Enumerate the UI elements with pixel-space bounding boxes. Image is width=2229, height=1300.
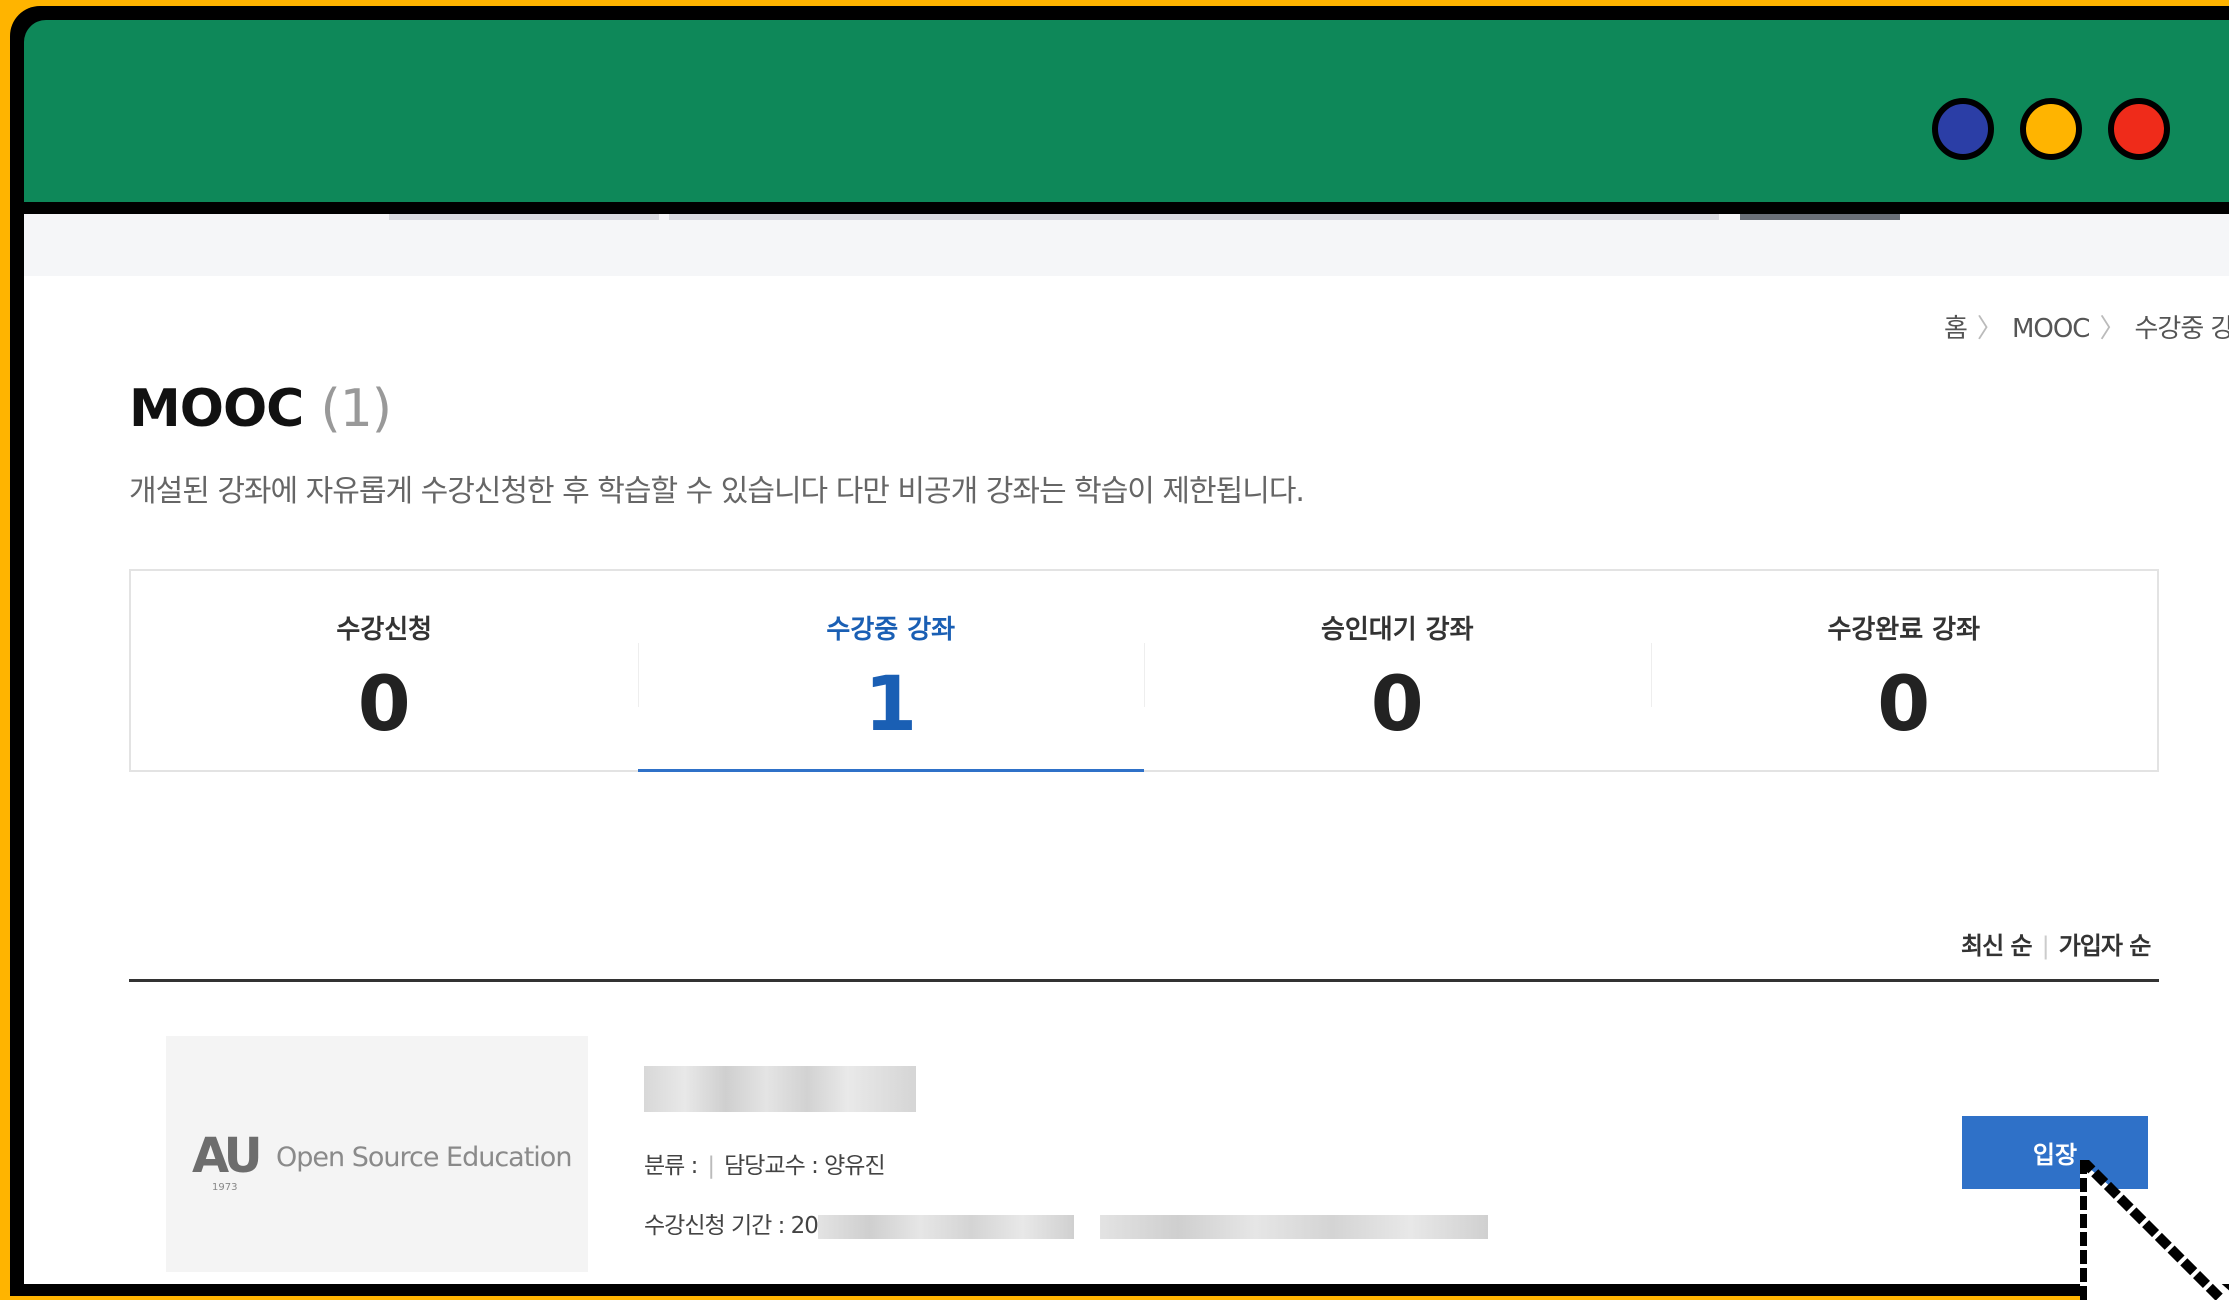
page-title: MOOC (1) bbox=[129, 379, 392, 439]
course-meta-line: 분류 : | 담당교수 : 양유진 bbox=[644, 1153, 886, 1179]
header-strip bbox=[24, 214, 2229, 276]
thumbnail-caption: Open Source Education bbox=[276, 1142, 572, 1173]
tab-enrollment[interactable]: 수강신청 0 bbox=[131, 571, 638, 770]
breadcrumb-current: 수강중 강좌 bbox=[2134, 314, 2229, 344]
sort-members[interactable]: 가입자 순 bbox=[2059, 932, 2152, 960]
breadcrumb-home[interactable]: 홈 bbox=[1944, 314, 1968, 344]
tab-label: 승인대기 강좌 bbox=[1320, 615, 1474, 645]
tab-count: 0 bbox=[1877, 659, 1931, 748]
header-nav-segment bbox=[389, 214, 659, 220]
window-titlebar bbox=[24, 20, 2229, 202]
course-period: 수강신청 기간 : 20 bbox=[644, 1213, 819, 1239]
page-title-text: MOOC bbox=[129, 379, 304, 439]
window-control-red[interactable] bbox=[2108, 98, 2170, 160]
course-professor: 담당교수 : 양유진 bbox=[724, 1153, 885, 1179]
header-nav-segment bbox=[1740, 214, 1900, 220]
course-title-blurred[interactable] bbox=[644, 1066, 916, 1112]
page-content: 홈〉MOOC〉수강중 강좌 MOOC (1) 개설된 강좌에 자유롭게 수강신청… bbox=[24, 214, 2229, 1284]
course-period-line: 수강신청 기간 : 20 bbox=[644, 1206, 1489, 1240]
window-control-yellow[interactable] bbox=[2020, 98, 2082, 160]
tab-label: 수강완료 강좌 bbox=[1827, 615, 1981, 645]
header-nav-segment bbox=[669, 214, 1719, 220]
list-divider bbox=[129, 979, 2159, 982]
course-category: 분류 : bbox=[644, 1153, 698, 1179]
redacted-date bbox=[1100, 1214, 1489, 1239]
tab-count: 0 bbox=[357, 659, 411, 748]
logo-year: 1973 bbox=[212, 1182, 238, 1193]
breadcrumb-mooc[interactable]: MOOC bbox=[2012, 314, 2091, 344]
sort-latest[interactable]: 최신 순 bbox=[1961, 932, 2033, 960]
tab-completed[interactable]: 수강완료 강좌 0 bbox=[1650, 571, 2158, 770]
tab-count: 0 bbox=[1370, 659, 1424, 748]
breadcrumb: 홈〉MOOC〉수강중 강좌 bbox=[1944, 308, 2229, 345]
tab-label: 수강신청 bbox=[336, 615, 433, 645]
window-control-blue[interactable] bbox=[1932, 98, 1994, 160]
course-status-tabs: 수강신청 0 수강중 강좌 1 승인대기 강좌 0 수강완료 강좌 0 bbox=[129, 569, 2159, 772]
mouse-pointer-icon bbox=[2080, 1160, 2229, 1300]
course-thumbnail[interactable]: AU 1973 Open Source Education bbox=[166, 1036, 588, 1272]
page-description: 개설된 강좌에 자유롭게 수강신청한 후 학습할 수 있습니다 다만 비공개 강… bbox=[129, 474, 1305, 509]
sort-options: 최신 순 | 가입자 순 bbox=[1961, 932, 2152, 960]
tab-pending-approval[interactable]: 승인대기 강좌 0 bbox=[1144, 571, 1651, 770]
page-title-count: (1) bbox=[320, 379, 392, 439]
tab-in-progress[interactable]: 수강중 강좌 1 bbox=[637, 571, 1145, 772]
university-logo: AU bbox=[192, 1128, 263, 1184]
tab-label: 수강중 강좌 bbox=[826, 615, 956, 645]
redacted-date bbox=[817, 1214, 1074, 1239]
tab-count: 1 bbox=[864, 659, 918, 748]
